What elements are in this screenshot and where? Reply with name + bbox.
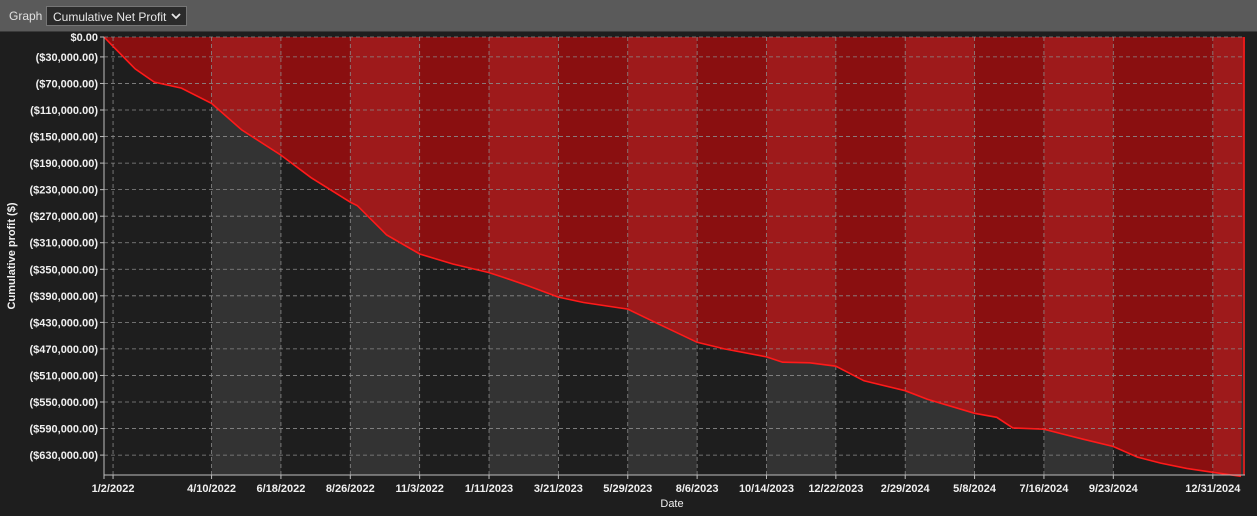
x-tick-label: 6/18/2022 — [256, 483, 305, 495]
x-tick-label: 12/22/2023 — [808, 483, 863, 495]
chevron-down-icon — [171, 13, 181, 20]
x-axis-label: Date — [660, 498, 683, 510]
loss-area-band — [1212, 37, 1245, 475]
y-axis-label: Cumulative profit ($) — [6, 202, 18, 309]
cumulative-profit-chart: $0.00 ($30,000.00) ($70,000.00) ($110,000.0… — [6, 32, 1245, 510]
x-tick-label: 10/14/2023 — [739, 483, 794, 495]
x-tick-label: 8/6/2023 — [676, 483, 719, 495]
y-tick-label: ($590,000.00) — [30, 424, 99, 436]
x-tick-label: 3/21/2023 — [534, 483, 583, 495]
loss-area-band — [974, 37, 1044, 475]
y-tick-label: ($630,000.00) — [30, 450, 99, 462]
x-tick-label: 1/11/2023 — [465, 483, 513, 495]
graph-toolbar: Graph Cumulative Net Profit — [0, 0, 1257, 32]
y-axis-ticks: $0.00 ($30,000.00) ($70,000.00) ($110,000.0… — [30, 32, 104, 462]
loss-area-band — [1113, 37, 1213, 475]
y-tick-label: ($350,000.00) — [30, 264, 99, 276]
y-tick-label: ($70,000.00) — [36, 78, 99, 90]
x-tick-label: 12/31/2024 — [1185, 483, 1241, 495]
background-band — [104, 37, 212, 475]
x-tick-label: 9/23/2024 — [1089, 483, 1139, 495]
y-tick-label: ($190,000.00) — [30, 158, 99, 170]
y-tick-label: ($110,000.00) — [30, 105, 98, 117]
x-tick-label: 2/29/2024 — [881, 483, 931, 495]
x-tick-label: 5/8/2024 — [953, 483, 997, 495]
graph-label: Graph — [9, 9, 43, 23]
y-tick-label: ($310,000.00) — [30, 238, 99, 250]
y-tick-label: ($230,000.00) — [30, 185, 99, 197]
x-tick-label: 4/10/2022 — [187, 483, 236, 495]
x-tick-label: 8/26/2022 — [326, 483, 375, 495]
y-tick-label: ($430,000.00) — [30, 317, 99, 329]
y-tick-label: ($270,000.00) — [30, 211, 99, 223]
y-tick-label: ($470,000.00) — [30, 344, 99, 356]
y-tick-label: ($390,000.00) — [30, 291, 99, 303]
x-axis-ticks: 1/2/2022 4/10/2022 6/18/2022 8/26/2022 11/3/… — [92, 475, 1241, 495]
y-tick-label: ($550,000.00) — [30, 397, 99, 409]
y-tick-label: ($150,000.00) — [30, 132, 99, 144]
loss-area-band — [1043, 37, 1114, 475]
x-tick-label: 7/16/2024 — [1019, 483, 1069, 495]
y-tick-label: ($30,000.00) — [36, 52, 99, 64]
graph-type-select[interactable]: Cumulative Net Profit — [46, 6, 187, 26]
x-tick-label: 11/3/2022 — [395, 483, 443, 495]
graph-type-select-value: Cumulative Net Profit — [53, 10, 167, 24]
y-tick-label: ($510,000.00) — [30, 370, 99, 382]
x-tick-label: 5/29/2023 — [603, 483, 652, 495]
y-tick-label: $0.00 — [70, 32, 98, 44]
x-tick-label: 1/2/2022 — [92, 483, 135, 495]
chart-area: $0.00 ($30,000.00) ($70,000.00) ($110,000.0… — [0, 32, 1257, 511]
